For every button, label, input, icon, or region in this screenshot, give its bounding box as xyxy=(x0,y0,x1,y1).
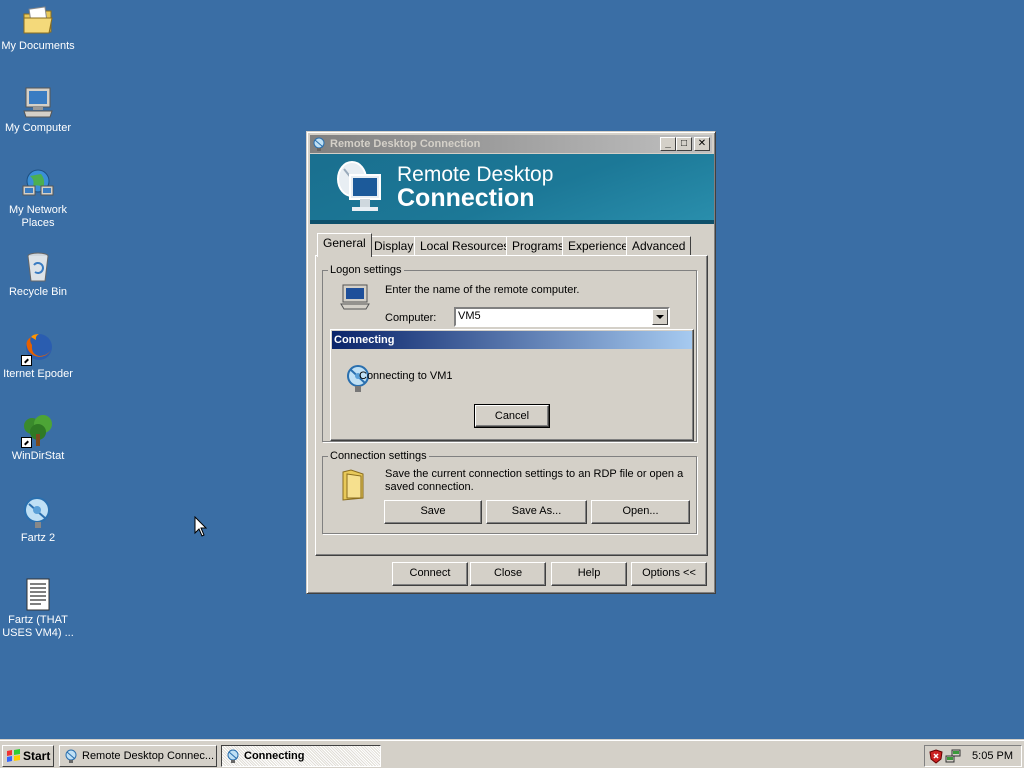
firefox-icon xyxy=(21,332,55,366)
system-tray: 5:05 PM xyxy=(924,745,1022,767)
shortcut-arrow-icon xyxy=(21,437,32,448)
remote-desktop-satellite-icon xyxy=(21,496,55,530)
app-banner: Remote Desktop Connection xyxy=(310,154,714,224)
logon-settings-legend: Logon settings xyxy=(330,264,402,276)
close-button[interactable]: Close xyxy=(470,562,546,586)
remote-desktop-monitor-logo-icon xyxy=(337,161,381,211)
taskbar-item-label: Remote Desktop Connec... xyxy=(82,750,215,762)
desktop-icon-label: Fartz 2 xyxy=(20,532,56,544)
desktop-icon-label: My Computer xyxy=(4,122,72,134)
tab-advanced[interactable]: Advanced xyxy=(626,236,692,256)
start-label: Start xyxy=(23,749,51,763)
taskbar-item-connecting[interactable]: Connecting xyxy=(221,745,381,767)
desktop-icon-my-computer[interactable]: My Computer xyxy=(0,86,76,135)
computer-combobox-value: VM5 xyxy=(458,310,481,322)
desktop-icon-label: My Network Places xyxy=(8,204,68,229)
desktop-icon-fartz-2[interactable]: Fartz 2 xyxy=(0,496,76,545)
text-document-icon xyxy=(21,578,55,612)
taskbar-item-label: Connecting xyxy=(244,750,305,762)
clock: 5:05 PM xyxy=(972,750,1013,762)
desktop-icon-my-documents[interactable]: My Documents xyxy=(0,4,76,53)
window-title: Remote Desktop Connection xyxy=(330,138,481,150)
tab-general[interactable]: General xyxy=(317,233,372,257)
mouse-cursor-icon xyxy=(194,516,208,537)
computer-monitor-icon xyxy=(340,284,370,310)
save-as-button[interactable]: Save As... xyxy=(486,500,587,524)
recycle-bin-icon xyxy=(21,250,55,284)
open-button[interactable]: Open... xyxy=(591,500,690,524)
shortcut-arrow-icon xyxy=(21,355,32,366)
desktop-icon-label: Recycle Bin xyxy=(8,286,68,298)
help-button[interactable]: Help xyxy=(551,562,627,586)
computer-combobox[interactable]: VM5 xyxy=(454,307,670,327)
windows-logo-icon xyxy=(7,749,20,762)
close-window-button[interactable]: ✕ xyxy=(694,137,710,151)
network-places-icon xyxy=(21,168,55,202)
logon-instruction: Enter the name of the remote computer. xyxy=(385,284,580,296)
remote-desktop-app-icon xyxy=(227,749,239,763)
remote-desktop-app-icon xyxy=(65,749,77,763)
tab-programs[interactable]: Programs xyxy=(506,236,571,256)
folder-icon xyxy=(342,469,364,501)
desktop-icon-label: Fartz (THAT USES VM4) ... xyxy=(2,614,74,639)
window-titlebar[interactable]: Remote Desktop Connection _ □ ✕ xyxy=(310,135,712,153)
taskbar: Start Remote Desktop Connec... Connectin… xyxy=(0,740,1024,768)
desktop-icon-label: My Documents xyxy=(1,40,75,52)
taskbar-item-remote-desktop[interactable]: Remote Desktop Connec... xyxy=(59,745,217,767)
desktop-icon-windirstat[interactable]: WinDirStat xyxy=(0,414,76,463)
security-shield-icon[interactable] xyxy=(929,749,943,764)
chevron-down-icon[interactable] xyxy=(652,309,668,325)
maximize-button[interactable]: □ xyxy=(676,137,692,151)
connection-settings-desc-line2: saved connection. xyxy=(385,481,474,493)
folder-documents-icon xyxy=(21,4,55,38)
cancel-button[interactable]: Cancel xyxy=(474,404,550,428)
desktop-icon-label: Iternet Epoder xyxy=(3,368,73,380)
banner-title-line2: Connection xyxy=(397,184,535,212)
minimize-button[interactable]: _ xyxy=(660,137,676,151)
save-button[interactable]: Save xyxy=(384,500,482,524)
desktop-icon-label: WinDirStat xyxy=(11,450,65,462)
tab-display[interactable]: Display xyxy=(368,236,420,256)
options-button[interactable]: Options << xyxy=(631,562,707,586)
windirstat-tree-icon xyxy=(21,414,55,448)
connect-button[interactable]: Connect xyxy=(392,562,468,586)
connecting-dialog-title[interactable]: Connecting xyxy=(332,331,692,349)
tab-local-resources[interactable]: Local Resources xyxy=(414,236,516,256)
connecting-message: Connecting to VM1 xyxy=(359,370,453,382)
start-button[interactable]: Start xyxy=(2,745,54,767)
remote-desktop-app-icon xyxy=(313,137,325,151)
desktop-icon-recycle-bin[interactable]: Recycle Bin xyxy=(0,250,76,299)
desktop-icon-fartz-that-uses-vm4[interactable]: Fartz (THAT USES VM4) ... xyxy=(0,578,76,640)
banner-divider xyxy=(310,220,714,224)
tab-experience[interactable]: Experience xyxy=(562,236,635,256)
desktop-icon-iternet-epoder[interactable]: Iternet Epoder xyxy=(0,332,76,381)
connecting-dialog: Connecting Connecting to VM1 Cancel xyxy=(330,329,694,441)
desktop-icon-my-network-places[interactable]: My Network Places xyxy=(0,168,76,230)
connection-settings-desc-line1: Save the current connection settings to … xyxy=(385,468,684,480)
connection-settings-legend: Connection settings xyxy=(330,450,427,462)
network-connection-icon[interactable] xyxy=(945,749,961,764)
computer-icon xyxy=(21,86,55,120)
computer-label: Computer: xyxy=(385,312,437,324)
